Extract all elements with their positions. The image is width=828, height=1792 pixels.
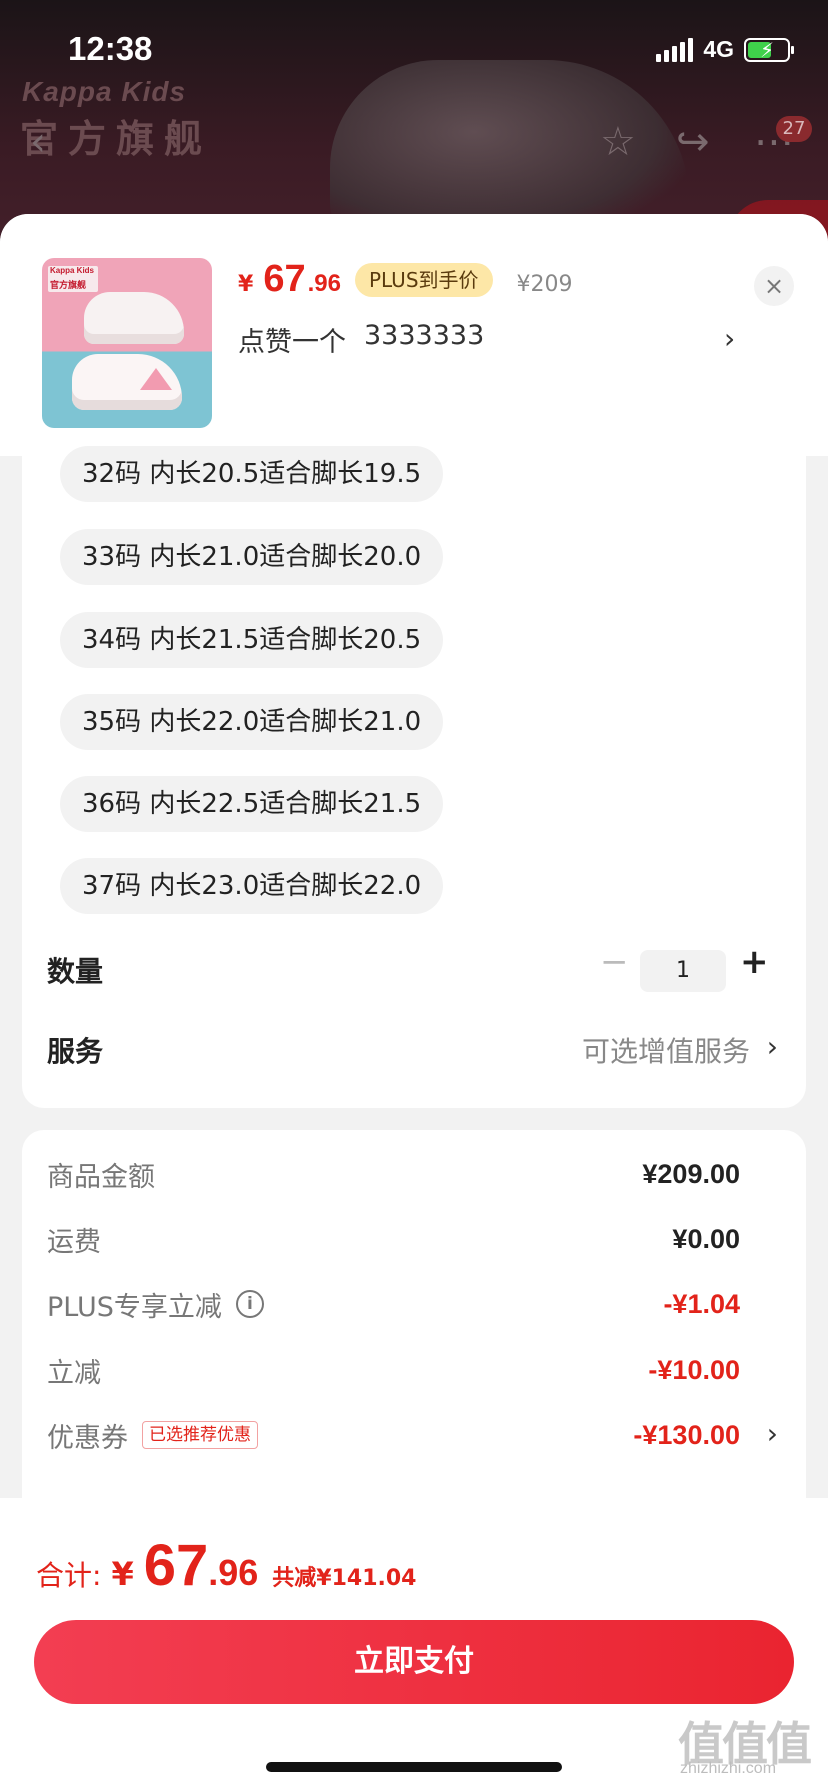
price-row: ¥ 67 .96 PLUS到手价 ¥209 — [238, 258, 573, 301]
size-option[interactable]: 33码 内长21.0适合脚长20.0 — [60, 529, 444, 585]
battery-icon: ⚡ — [744, 37, 794, 62]
sneaker-image — [84, 292, 184, 344]
instant-discount-label: 立减 — [47, 1357, 101, 1389]
total-row: 合计: ¥ 67 .96 共减¥141.04 — [36, 1532, 416, 1599]
thumb-store: 官方旗舰 — [50, 281, 87, 291]
plus-discount-row: PLUS专享立减 i -¥1.04 — [47, 1284, 740, 1324]
shipping-value: ¥0.00 — [672, 1223, 740, 1254]
total-saved: 共减¥141.04 — [272, 1566, 417, 1591]
goods-amount-label: 商品金额 — [47, 1161, 155, 1193]
share-icon[interactable]: ↪ — [676, 122, 710, 162]
total-label: 合计: — [36, 1559, 102, 1592]
plus-discount-label: PLUS专享立减 — [47, 1291, 222, 1323]
service-label: 服务 — [47, 1035, 104, 1068]
quantity-minus-button[interactable]: − — [600, 942, 629, 982]
sheet-header: Kappa Kids 官方旗舰 ¥ 67 .96 PLUS到手价 ¥209 点赞… — [0, 214, 828, 456]
size-option[interactable]: 36码 内长22.5适合脚长21.5 — [60, 776, 444, 832]
price-integer: 67 — [263, 258, 306, 300]
chevron-right-icon[interactable]: › — [767, 1417, 778, 1450]
info-icon[interactable]: i — [235, 1290, 264, 1318]
status-time: 12:38 — [68, 30, 153, 67]
status-icons: 4G ⚡ — [656, 36, 794, 63]
product-thumbnail: Kappa Kids 官方旗舰 — [42, 258, 212, 428]
price-symbol: ¥ — [238, 272, 254, 297]
checkout-bar: 合计: ¥ 67 .96 共减¥141.04 立即支付 值值值 zhizhizh… — [0, 1498, 828, 1792]
back-icon[interactable]: ‹ — [30, 122, 46, 162]
coupon-value: -¥130.00 — [633, 1419, 740, 1450]
size-option[interactable]: 35码 内长22.0适合脚长21.0 — [60, 694, 444, 750]
instant-discount-row: 立减 -¥10.00 — [47, 1350, 740, 1390]
plus-price-badge: PLUS到手价 — [354, 262, 493, 297]
thumb-brand: Kappa Kids — [50, 266, 95, 275]
coupon-label-group: 优惠券 已选推荐优惠 — [47, 1416, 258, 1455]
total-decimal: .96 — [208, 1552, 259, 1593]
size-option[interactable]: 34码 内长21.5适合脚长20.5 — [60, 612, 444, 668]
price-detail-card: 商品金额 ¥209.00 运费 ¥0.00 PLUS专享立减 i -¥1.04 … — [22, 1130, 806, 1530]
signal-icon — [656, 37, 694, 62]
service-value[interactable]: 可选增值服务 — [582, 1030, 750, 1070]
options-card: 32码 内长20.5适合脚长19.5 33码 内长21.0适合脚长20.0 34… — [22, 446, 806, 1108]
close-icon[interactable]: × — [754, 266, 794, 306]
goods-amount-value: ¥209.00 — [642, 1158, 740, 1189]
plus-discount-label-group: PLUS专享立减 i — [47, 1285, 264, 1324]
chevron-right-icon[interactable]: › — [724, 322, 735, 355]
store-name: 官方旗舰 — [20, 117, 213, 161]
quantity-input[interactable]: 1 — [640, 950, 726, 992]
notification-badge: 27 — [776, 116, 812, 142]
product-hero-image — [330, 60, 690, 240]
total-integer: 67 — [143, 1533, 209, 1598]
network-type: 4G — [703, 36, 734, 62]
instant-discount-value: -¥10.00 — [648, 1354, 740, 1385]
original-price: ¥209 — [516, 272, 573, 297]
coupon-row[interactable]: 优惠券 已选推荐优惠 -¥130.00 — [47, 1415, 740, 1455]
shipping-row: 运费 ¥0.00 — [47, 1219, 740, 1259]
quantity-label: 数量 — [47, 955, 104, 988]
plus-discount-value: -¥1.04 — [663, 1288, 740, 1319]
pay-now-button[interactable]: 立即支付 — [34, 1620, 794, 1704]
price-decimal: .96 — [307, 270, 341, 297]
total-symbol: ¥ — [111, 1555, 134, 1593]
coupon-label: 优惠券 — [47, 1422, 128, 1454]
size-option[interactable]: 37码 内长23.0适合脚长22.0 — [60, 858, 444, 914]
purchase-sheet: Kappa Kids 官方旗舰 ¥ 67 .96 PLUS到手价 ¥209 点赞… — [0, 214, 828, 1792]
size-option[interactable]: 32码 内长20.5适合脚长19.5 — [60, 446, 444, 502]
watermark-url: zhizhizhi.com — [680, 1760, 777, 1777]
sneaker-accent — [140, 368, 172, 390]
star-icon[interactable]: ☆ — [600, 122, 636, 162]
coupon-tag: 已选推荐优惠 — [142, 1421, 258, 1449]
chevron-right-icon[interactable]: › — [767, 1030, 778, 1063]
spec-value: 3333333 — [364, 320, 485, 351]
selected-spec[interactable]: 点赞一个 3333333 — [238, 320, 738, 359]
home-indicator — [266, 1762, 562, 1772]
brand-logo: Kappa Kids — [22, 76, 187, 107]
spec-text: 点赞一个 — [238, 327, 346, 358]
shipping-label: 运费 — [47, 1226, 101, 1258]
goods-amount-row: 商品金额 ¥209.00 — [47, 1154, 740, 1194]
quantity-plus-button[interactable]: + — [740, 942, 769, 982]
